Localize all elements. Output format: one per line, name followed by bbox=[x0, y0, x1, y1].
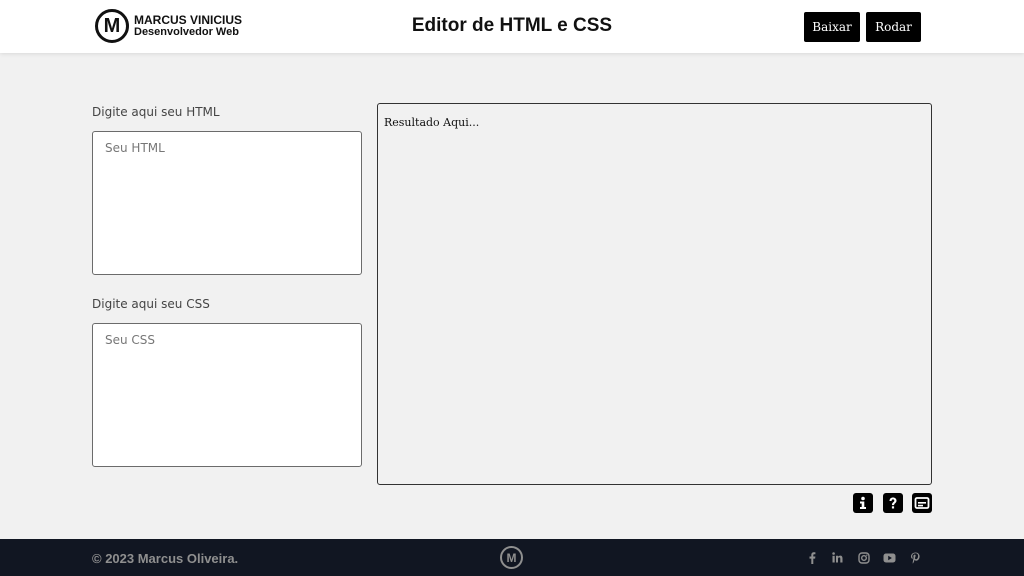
result-preview: Resultado Aqui... bbox=[377, 103, 932, 485]
run-button[interactable]: Rodar bbox=[866, 12, 921, 42]
facebook-icon bbox=[809, 551, 815, 564]
download-button[interactable]: Baixar bbox=[804, 12, 860, 42]
linkedin-icon bbox=[832, 552, 843, 563]
footer-logo[interactable]: M bbox=[500, 546, 523, 569]
youtube-icon bbox=[883, 553, 896, 562]
info-icon bbox=[860, 496, 866, 509]
subtitles-button[interactable] bbox=[912, 493, 932, 513]
youtube-link[interactable] bbox=[882, 550, 897, 565]
result-text: Resultado Aqui... bbox=[384, 116, 480, 129]
copyright-text: © 2023 Marcus Oliveira. bbox=[92, 551, 239, 566]
pinterest-icon bbox=[911, 552, 920, 563]
html-input[interactable] bbox=[92, 131, 362, 275]
instagram-link[interactable] bbox=[856, 550, 871, 565]
linkedin-link[interactable] bbox=[830, 550, 845, 565]
html-input-label: Digite aqui seu HTML bbox=[92, 105, 220, 119]
instagram-icon bbox=[857, 551, 870, 564]
subtitles-icon bbox=[914, 497, 930, 509]
info-button[interactable] bbox=[853, 493, 873, 513]
help-icon bbox=[889, 497, 897, 509]
facebook-link[interactable] bbox=[804, 550, 819, 565]
pinterest-link[interactable] bbox=[908, 550, 923, 565]
help-button[interactable] bbox=[883, 493, 903, 513]
css-input-label: Digite aqui seu CSS bbox=[92, 297, 210, 311]
css-input[interactable] bbox=[92, 323, 362, 467]
site-header: M MARCUS VINICIUS Desenvolvedor Web Edit… bbox=[0, 0, 1024, 53]
